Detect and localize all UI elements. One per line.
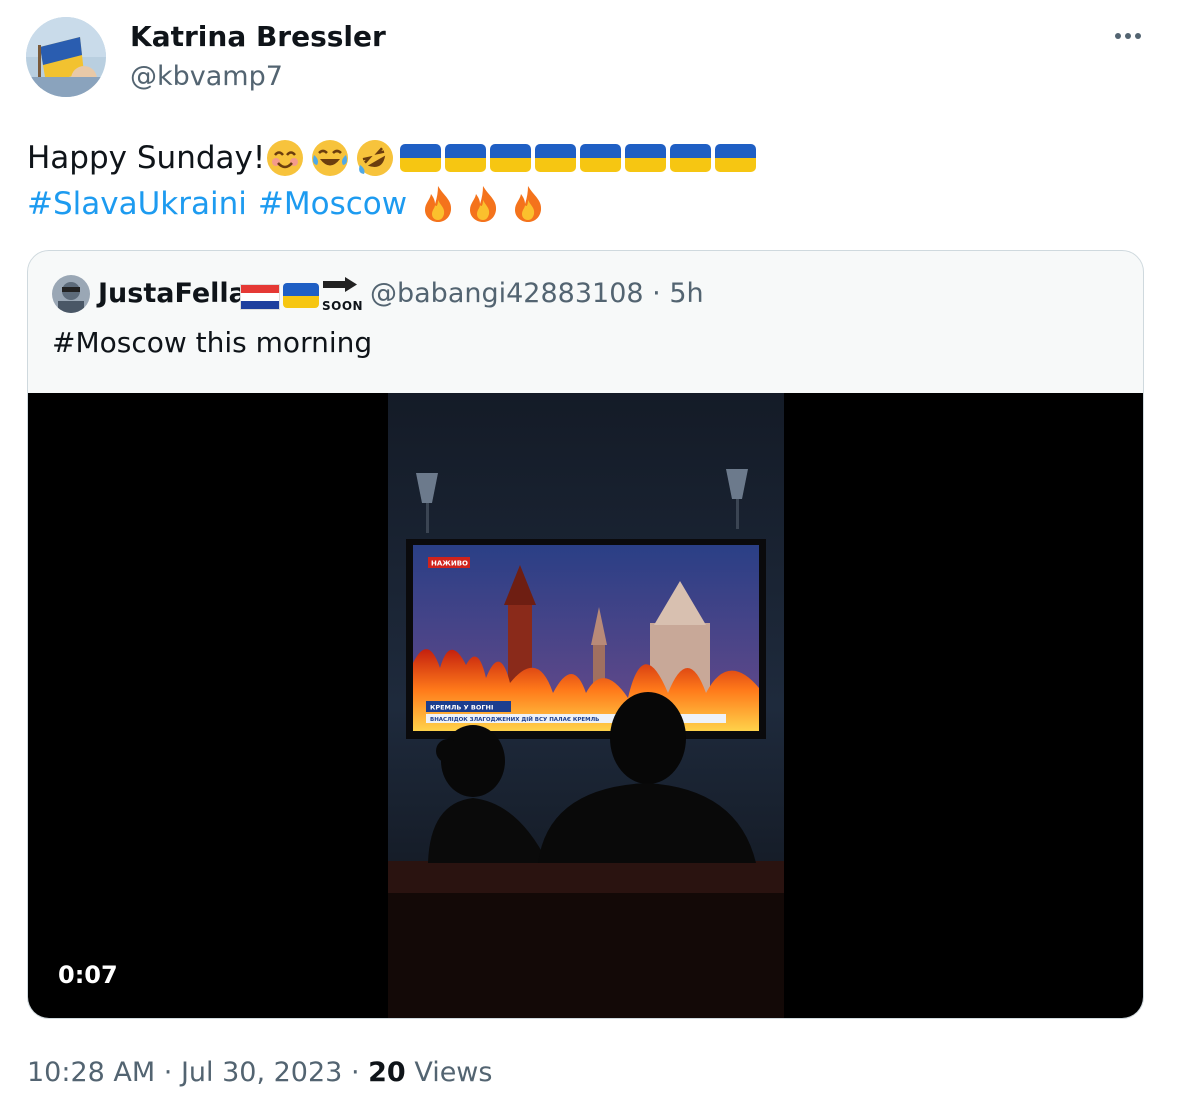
ukraine-flag-icon — [283, 283, 319, 308]
quoted-author-name[interactable]: JustaFella — [98, 277, 247, 311]
meta-separator: · — [652, 278, 661, 309]
ukraine-flag-icon — [535, 144, 577, 172]
views-label: Views — [414, 1057, 493, 1088]
quoted-author-handle[interactable]: @babangi42883108 — [370, 278, 644, 309]
tweet-date[interactable]: Jul 30, 2023 — [181, 1057, 342, 1088]
author-handle[interactable]: @kbvamp7 — [130, 60, 283, 94]
ukraine-flag-icon — [445, 144, 487, 172]
fire-icon — [425, 186, 452, 222]
footer-separator: · — [163, 1057, 173, 1088]
tears-of-joy-icon — [312, 140, 349, 176]
video-duration: 0:07 — [58, 961, 118, 989]
ukraine-flag-icon — [670, 144, 712, 172]
quoted-author-avatar[interactable] — [52, 275, 90, 313]
video-thumbnail: НАЖИВО КРЕМЛЬ У ВОГНІ ВНАСЛІДОК ЗЛАГОДЖЕ… — [388, 393, 784, 1018]
author-name[interactable]: Katrina Bressler — [130, 18, 386, 56]
screen-headline: КРЕМЛЬ У ВОГНІ — [430, 704, 493, 712]
tweet-footer: 10:28 AM · Jul 30, 2023 · 20 Views — [27, 1055, 492, 1091]
ukraine-flag-icon — [625, 144, 667, 172]
ukraine-flag-icon — [490, 144, 532, 172]
quoted-tweet[interactable]: JustaFella SOON @babangi42883108 · 5h #M… — [27, 250, 1144, 1019]
ukraine-flag-icon — [400, 144, 442, 172]
views-count: 20 — [368, 1057, 406, 1088]
hashtag-link[interactable]: #SlavaUkraini — [27, 186, 247, 222]
screen-ticker: ВНАСЛІДОК ЗЛАГОДЖЕНИХ ДІЙ ВСУ ПАЛАЄ КРЕМ… — [430, 715, 599, 723]
fire-icon — [470, 186, 497, 222]
hashtag-link[interactable]: #Moscow — [258, 186, 407, 222]
tweet-text: Happy Sunday! — [27, 140, 266, 176]
tweet-time[interactable]: 10:28 AM — [27, 1057, 155, 1088]
more-options-icon[interactable] — [1108, 22, 1148, 50]
fire-icon — [515, 186, 542, 222]
author-avatar[interactable] — [26, 17, 106, 97]
quoted-text: #Moscow this morning — [52, 326, 373, 359]
soon-label: SOON — [322, 299, 364, 313]
screen-badge: НАЖИВО — [431, 560, 468, 568]
rolling-laughing-icon — [357, 140, 394, 176]
footer-separator: · — [350, 1057, 360, 1088]
tweet-text-line-1: Happy Sunday! — [27, 136, 760, 180]
quoted-meta: @babangi42883108 · 5h — [370, 277, 704, 311]
smiling-face-icon — [267, 140, 304, 176]
ukraine-flag-icon — [580, 144, 622, 172]
tweet-text-line-2: #SlavaUkraini #Moscow — [27, 182, 553, 226]
quoted-age[interactable]: 5h — [669, 278, 703, 309]
video-player[interactable]: НАЖИВО КРЕМЛЬ У ВОГНІ ВНАСЛІДОК ЗЛАГОДЖЕ… — [28, 393, 1143, 1018]
croatia-flag-icon — [240, 284, 280, 310]
ukraine-flag-icon — [715, 144, 757, 172]
